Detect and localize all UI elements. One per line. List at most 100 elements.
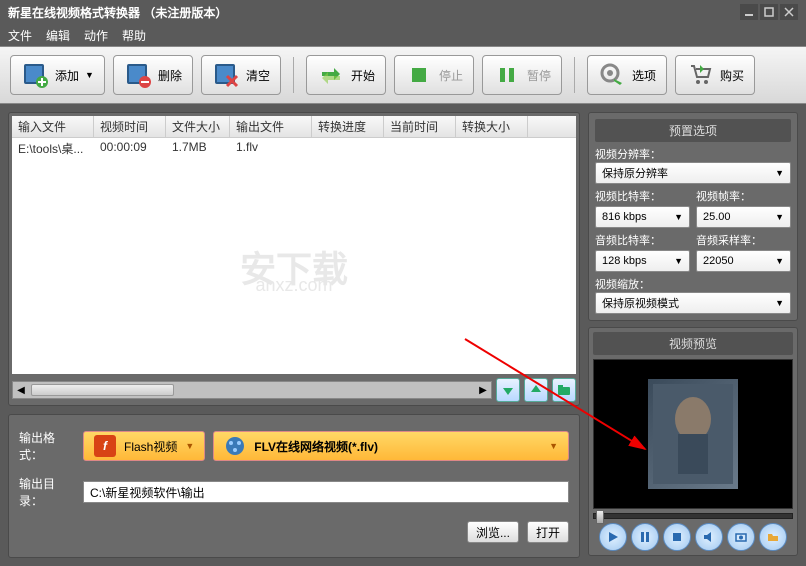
window-title: 新星在线视频格式转换器 （未注册版本）: [8, 4, 227, 21]
cell-input: E:\tools\桌...: [12, 138, 94, 158]
watermark-text: 安下载: [240, 240, 348, 292]
output-panel: 输出格式： f Flash视频 ▼ FLV在线网络视频(*.flv) ▼ 输出目…: [8, 414, 580, 558]
chevron-down-icon: ▼: [775, 256, 784, 266]
format-detail-button[interactable]: FLV在线网络视频(*.flv) ▼: [213, 431, 569, 461]
file-list-panel: 输入文件 视频时间 文件大小 输出文件 转换进度 当前时间 转换大小 E:\to…: [8, 112, 580, 406]
start-label: 开始: [351, 67, 375, 84]
chevron-down-icon: ▼: [549, 441, 558, 451]
vfps-label: 视频帧率：: [696, 188, 791, 204]
col-csize[interactable]: 转换大小: [456, 116, 528, 137]
preview-area[interactable]: [593, 359, 793, 509]
film-delete-icon: [124, 61, 152, 89]
flash-icon: f: [94, 435, 116, 457]
format-type-text: Flash视频: [124, 438, 177, 455]
format-label: 输出格式：: [19, 429, 75, 463]
col-output[interactable]: 输出文件: [230, 116, 312, 137]
table-row[interactable]: E:\tools\桌... 00:00:09 1.7MB 1.flv: [12, 138, 576, 158]
delete-button[interactable]: 删除: [113, 55, 193, 95]
resolution-dropdown[interactable]: 保持原分辨率▼: [595, 162, 791, 184]
table-body[interactable]: E:\tools\桌... 00:00:09 1.7MB 1.flv 安下载 a…: [12, 138, 576, 374]
audio-bitrate-dropdown[interactable]: 128 kbps▼: [595, 250, 690, 272]
chevron-down-icon: ▼: [674, 256, 683, 266]
scroll-left-icon[interactable]: ◀: [13, 382, 29, 398]
move-up-button[interactable]: [524, 378, 548, 402]
options-button[interactable]: 选项: [587, 55, 667, 95]
menubar: 文件 编辑 动作 帮助: [0, 24, 806, 46]
titlebar: 新星在线视频格式转换器 （未注册版本）: [0, 0, 806, 24]
film-clear-icon: [212, 61, 240, 89]
add-label: 添加: [55, 67, 79, 84]
menu-action[interactable]: 动作: [84, 27, 108, 44]
table-header: 输入文件 视频时间 文件大小 输出文件 转换进度 当前时间 转换大小: [12, 116, 576, 138]
pause-preview-button[interactable]: [631, 523, 659, 551]
cell-curtime: [384, 138, 456, 158]
move-down-button[interactable]: [496, 378, 520, 402]
menu-edit[interactable]: 编辑: [46, 27, 70, 44]
watermark-sub: anxz.com: [255, 275, 332, 296]
menu-help[interactable]: 帮助: [122, 27, 146, 44]
pause-icon: [493, 61, 521, 89]
cell-fsize: 1.7MB: [166, 138, 230, 158]
gear-icon: [598, 61, 626, 89]
snapshot-button[interactable]: [727, 523, 755, 551]
chevron-down-icon: ▼: [185, 441, 194, 451]
folder-button[interactable]: [552, 378, 576, 402]
chevron-down-icon: ▼: [674, 212, 683, 222]
col-progress[interactable]: 转换进度: [312, 116, 384, 137]
close-button[interactable]: [780, 4, 798, 20]
cell-output: 1.flv: [230, 138, 312, 158]
preview-thumbnail: [648, 379, 738, 489]
audio-sample-dropdown[interactable]: 22050▼: [696, 250, 791, 272]
asample-label: 音频采样率：: [696, 232, 791, 248]
options-label: 选项: [632, 67, 656, 84]
buy-button[interactable]: 购买: [675, 55, 755, 95]
video-fps-dropdown[interactable]: 25.00▼: [696, 206, 791, 228]
toolbar: 添加 ▼ 删除 清空 开始 停止 暂停 选项: [0, 46, 806, 104]
dir-label: 输出目录：: [19, 475, 75, 509]
chevron-down-icon: ▼: [775, 168, 784, 178]
cell-progress: [312, 138, 384, 158]
volume-button[interactable]: [695, 523, 723, 551]
clear-button[interactable]: 清空: [201, 55, 281, 95]
abitrate-label: 音频比特率：: [595, 232, 690, 248]
pause-label: 暂停: [527, 67, 551, 84]
clear-label: 清空: [246, 67, 270, 84]
col-input[interactable]: 输入文件: [12, 116, 94, 137]
buy-label: 购买: [720, 67, 744, 84]
preset-title: 预置选项: [595, 119, 791, 142]
stop-button[interactable]: 停止: [394, 55, 474, 95]
scroll-right-icon[interactable]: ▶: [475, 382, 491, 398]
col-vtime[interactable]: 视频时间: [94, 116, 166, 137]
preview-slider[interactable]: [593, 513, 793, 519]
open-button[interactable]: 打开: [527, 521, 569, 543]
scale-label: 视频缩放：: [595, 276, 791, 292]
preview-title: 视频预览: [593, 332, 793, 355]
pause-button[interactable]: 暂停: [482, 55, 562, 95]
chevron-down-icon: ▼: [775, 212, 784, 222]
video-bitrate-dropdown[interactable]: 816 kbps▼: [595, 206, 690, 228]
format-type-button[interactable]: f Flash视频 ▼: [83, 431, 205, 461]
scroll-thumb[interactable]: [31, 384, 174, 396]
browse-button[interactable]: 浏览...: [467, 521, 519, 543]
maximize-button[interactable]: [760, 4, 778, 20]
stop-icon: [405, 61, 433, 89]
chevron-down-icon: ▼: [85, 70, 94, 80]
open-folder-button[interactable]: [759, 523, 787, 551]
menu-file[interactable]: 文件: [8, 27, 32, 44]
col-fsize[interactable]: 文件大小: [166, 116, 230, 137]
stop-label: 停止: [439, 67, 463, 84]
col-curtime[interactable]: 当前时间: [384, 116, 456, 137]
convert-icon: [317, 61, 345, 89]
play-button[interactable]: [599, 523, 627, 551]
preset-panel: 预置选项 视频分辨率： 保持原分辨率▼ 视频比特率： 816 kbps▼ 视频帧…: [588, 112, 798, 321]
video-scale-dropdown[interactable]: 保持原视频模式▼: [595, 292, 791, 314]
add-button[interactable]: 添加 ▼: [10, 55, 105, 95]
output-dir-input[interactable]: [83, 481, 569, 503]
start-button[interactable]: 开始: [306, 55, 386, 95]
minimize-button[interactable]: [740, 4, 758, 20]
horizontal-scrollbar[interactable]: ◀ ▶: [12, 381, 492, 399]
slider-thumb[interactable]: [596, 510, 604, 524]
cell-vtime: 00:00:09: [94, 138, 166, 158]
vbitrate-label: 视频比特率：: [595, 188, 690, 204]
stop-preview-button[interactable]: [663, 523, 691, 551]
